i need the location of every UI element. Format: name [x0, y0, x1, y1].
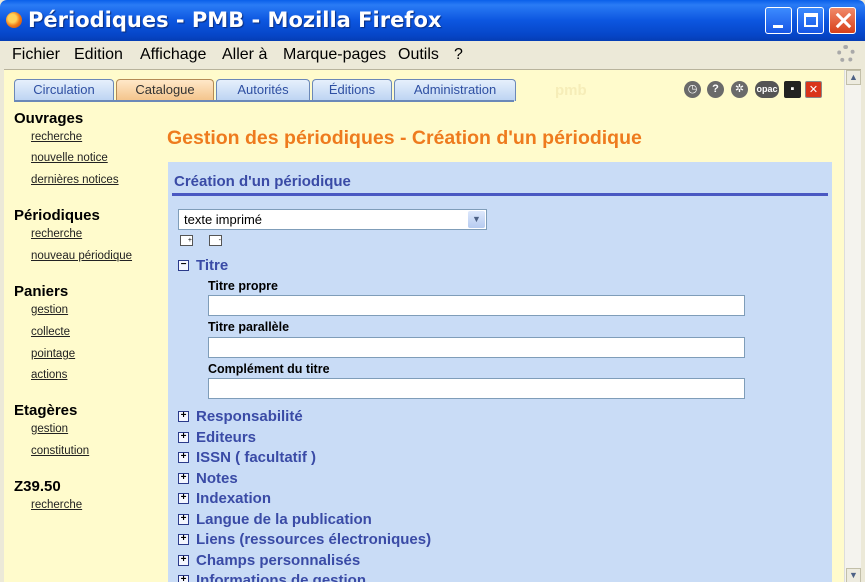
section-label: Editeurs	[196, 429, 257, 446]
panel-title: Création d'un périodique	[174, 173, 351, 190]
menu-heading-paniers: Paniers	[14, 283, 69, 300]
menu-help[interactable]: ?	[454, 46, 463, 64]
settings-icon[interactable]: ✲	[731, 81, 748, 98]
link-dernieres-notices[interactable]: dernières notices	[31, 174, 119, 186]
chevron-down-icon[interactable]: ▼	[468, 211, 485, 228]
expand-icon[interactable]: +	[178, 411, 189, 422]
expand-icon[interactable]: +	[178, 555, 189, 566]
tab-editions[interactable]: Éditions	[312, 79, 392, 101]
section-label: Liens (ressources électroniques)	[196, 531, 432, 548]
menu-heading-etageres: Etagères	[14, 402, 78, 419]
opac-icon[interactable]: opac	[755, 81, 779, 98]
link-etageres-gestion[interactable]: gestion	[31, 423, 68, 435]
panel-divider	[172, 193, 828, 196]
page-title: Gestion des périodiques - Création d'un …	[167, 127, 642, 149]
vertical-scrollbar[interactable]: ▲ ▼	[844, 70, 861, 582]
tab-autorites[interactable]: Autorités	[216, 79, 310, 101]
section-label: Langue de la publication	[196, 511, 372, 528]
menu-heading-z3950: Z39.50	[14, 478, 61, 495]
titre-parallele-input[interactable]	[208, 337, 745, 358]
section-label: Titre	[196, 257, 229, 274]
document-type-value: texte imprimé	[184, 212, 263, 227]
tab-administration[interactable]: Administration	[394, 79, 516, 101]
section-label: Notes	[196, 470, 238, 487]
expand-icon[interactable]: +	[178, 493, 189, 504]
complement-titre-input[interactable]	[208, 378, 745, 399]
pmb-logo: pmb	[555, 82, 587, 99]
expand-icon[interactable]: +	[178, 514, 189, 525]
clock-icon[interactable]: ◷	[684, 81, 701, 98]
throbber-icon	[837, 45, 855, 63]
expand-icon[interactable]: +	[178, 473, 189, 484]
menu-affichage[interactable]: Affichage	[140, 46, 206, 64]
page-viewport: Circulation Catalogue Autorités Éditions…	[4, 69, 861, 582]
firefox-icon	[6, 12, 22, 28]
expand-icon[interactable]: +	[178, 432, 189, 443]
logout-icon[interactable]: ✕	[805, 81, 822, 98]
expand-icon[interactable]: +	[178, 452, 189, 463]
maximize-button[interactable]	[797, 7, 824, 34]
document-type-select[interactable]: texte imprimé ▼	[178, 209, 487, 230]
link-constitution[interactable]: constitution	[31, 445, 89, 457]
section-label: Champs personnalisés	[196, 552, 361, 569]
menu-fichier[interactable]: Fichier	[12, 46, 60, 64]
menu-edition[interactable]: Edition	[74, 46, 123, 64]
link-actions[interactable]: actions	[31, 369, 67, 381]
expand-icon[interactable]: +	[178, 575, 189, 582]
tab-circulation[interactable]: Circulation	[14, 79, 114, 101]
expand-icon[interactable]: +	[178, 534, 189, 545]
link-periodiques-recherche[interactable]: recherche	[31, 228, 82, 240]
tab-catalogue[interactable]: Catalogue	[116, 79, 214, 101]
link-nouveau-periodique[interactable]: nouveau périodique	[31, 250, 132, 262]
link-z3950-recherche[interactable]: recherche	[31, 499, 82, 511]
window-title: Périodiques - PMB - Mozilla Firefox	[28, 8, 442, 32]
creation-form-panel: Création d'un périodique texte imprimé ▼…	[168, 162, 832, 582]
link-ouvrages-recherche[interactable]: recherche	[31, 131, 82, 143]
collapse-all-icon[interactable]: -	[209, 235, 222, 246]
window-titlebar[interactable]: Périodiques - PMB - Mozilla Firefox	[0, 0, 865, 41]
section-label: Responsabilité	[196, 408, 303, 425]
section-label: ISSN ( facultatif )	[196, 449, 317, 466]
menu-outils[interactable]: Outils	[398, 46, 439, 64]
collapse-icon[interactable]: −	[178, 260, 189, 271]
save-icon[interactable]: ▪	[784, 81, 801, 98]
menu-heading-periodiques: Périodiques	[14, 207, 100, 224]
scroll-up-icon[interactable]: ▲	[846, 70, 861, 85]
complement-titre-label: Complément du titre	[208, 362, 330, 376]
scroll-down-icon[interactable]: ▼	[846, 568, 861, 582]
section-label: Indexation	[196, 490, 272, 507]
minimize-button[interactable]	[765, 7, 792, 34]
titre-parallele-label: Titre parallèle	[208, 320, 290, 334]
link-collecte[interactable]: collecte	[31, 326, 70, 338]
minimize-icon	[773, 25, 783, 28]
titre-propre-input[interactable]	[208, 295, 745, 316]
titre-propre-label: Titre propre	[208, 279, 278, 293]
menubar: Fichier Edition Affichage Aller à Marque…	[4, 41, 861, 69]
tabs-divider	[14, 100, 514, 102]
menu-marque-pages[interactable]: Marque-pages	[283, 46, 386, 64]
section-label: Informations de gestion	[196, 572, 367, 582]
menu-heading-ouvrages: Ouvrages	[14, 110, 84, 127]
link-pointage[interactable]: pointage	[31, 348, 75, 360]
close-button[interactable]	[829, 7, 856, 34]
expand-all-icon[interactable]: +	[180, 235, 193, 246]
menu-aller-a[interactable]: Aller à	[222, 46, 267, 64]
maximize-icon	[804, 13, 818, 27]
link-paniers-gestion[interactable]: gestion	[31, 304, 68, 316]
help-icon[interactable]: ?	[707, 81, 724, 98]
link-nouvelle-notice[interactable]: nouvelle notice	[31, 152, 108, 164]
